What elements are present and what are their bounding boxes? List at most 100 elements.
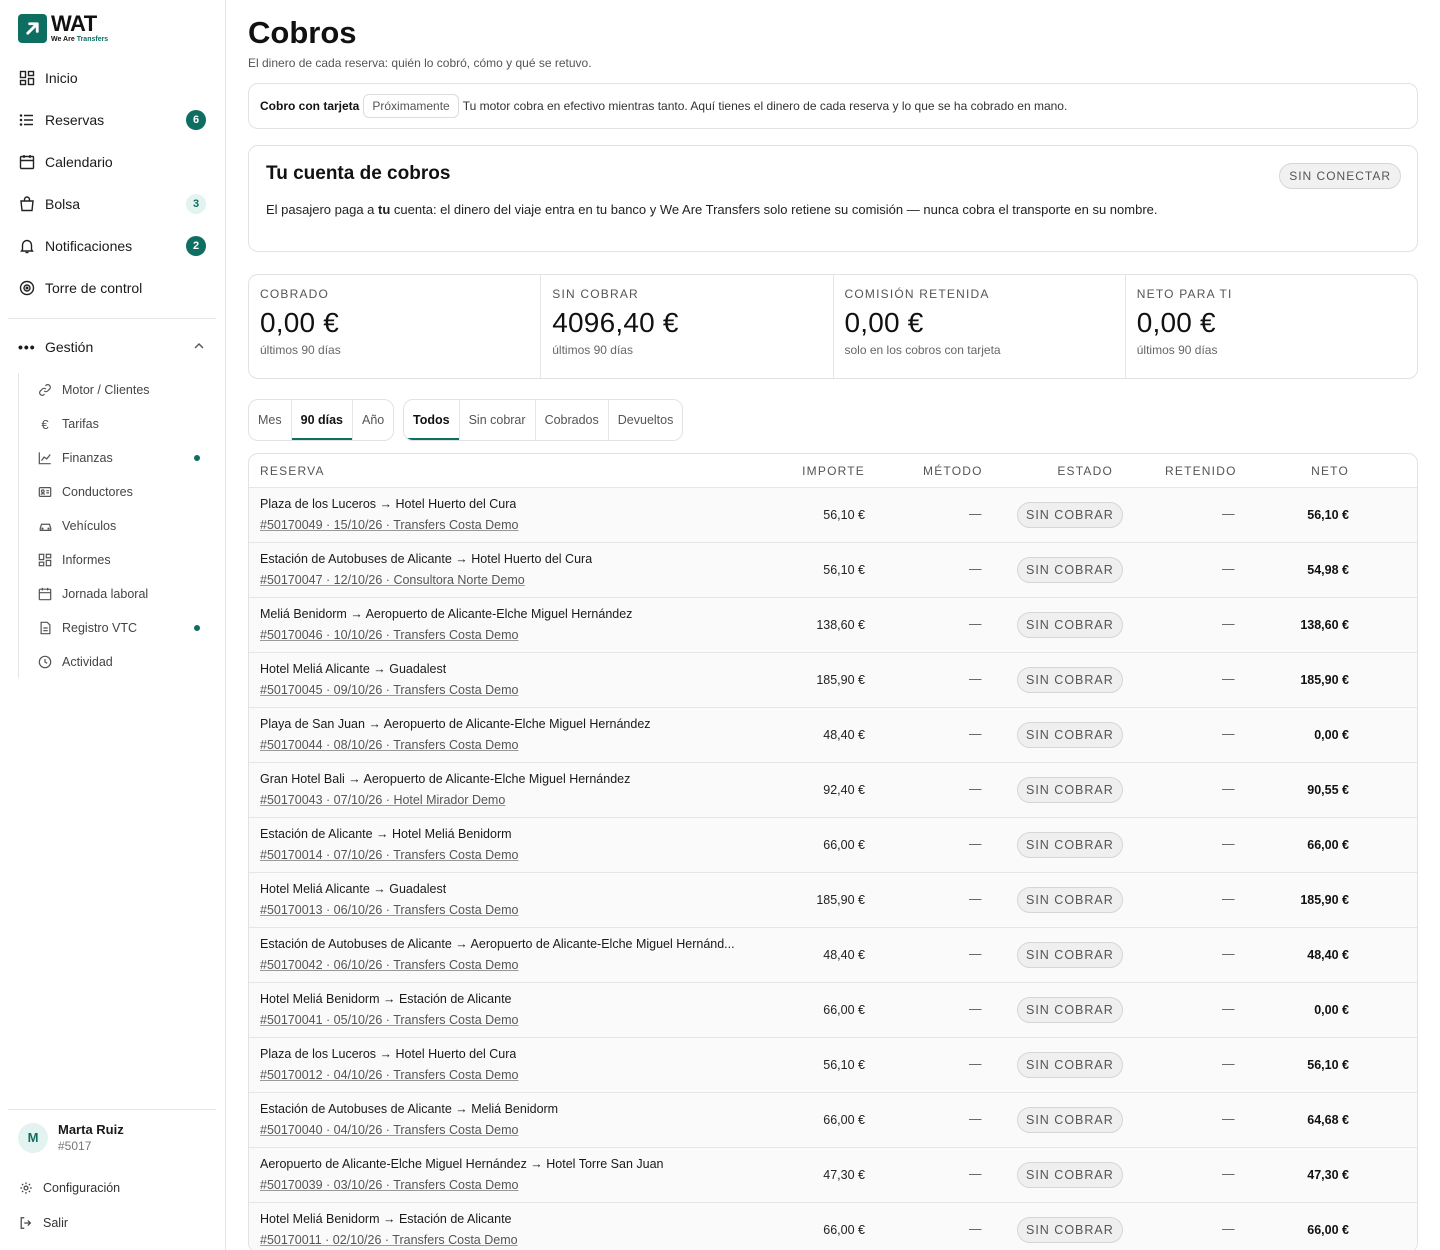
row-status-badge: SIN COBRAR	[1017, 1217, 1123, 1243]
stat-neto-para-ti: NETO PARA TI 0,00 € últimos 90 días	[1126, 275, 1417, 378]
status-tab-cobrados[interactable]: Cobrados	[536, 400, 609, 440]
brand-logo[interactable]: WAT We Are Transfers	[18, 13, 108, 43]
row-neto: 90,55 €	[1307, 783, 1349, 797]
table-row[interactable]: Hotel Meliá Alicante → Guadalest #5017001…	[249, 873, 1417, 928]
table-row[interactable]: Meliá Benidorm → Aeropuerto de Alicante-…	[249, 598, 1417, 653]
sub-label: Actividad	[62, 655, 113, 669]
sidebar-item-actividad[interactable]: Actividad	[19, 645, 214, 679]
nav-item-notificaciones[interactable]: Notificaciones 2	[8, 225, 216, 267]
stat-cobrado: COBRADO 0,00 € últimos 90 días	[249, 275, 542, 378]
nav-item-torre-de-control[interactable]: Torre de control	[8, 267, 216, 309]
user-profile[interactable]: M Marta Ruiz #5017	[18, 1122, 124, 1153]
row-metodo: —	[969, 947, 982, 961]
avatar: M	[18, 1122, 48, 1153]
sidebar-item-informes[interactable]: Informes	[19, 543, 214, 577]
table-row[interactable]: Plaza de los Luceros → Hotel Huerto del …	[249, 1038, 1417, 1093]
row-reference-link[interactable]: #50170047 · 12/10/26 · Consultora Norte …	[260, 573, 525, 587]
row-route: Gran Hotel Bali → Aeropuerto de Alicante…	[260, 772, 631, 786]
nav-item-reservas[interactable]: Reservas 6	[8, 99, 216, 141]
sub-label: Motor / Clientes	[62, 383, 150, 397]
row-status-badge: SIN COBRAR	[1017, 832, 1123, 858]
row-status-badge: SIN COBRAR	[1017, 1052, 1123, 1078]
period-tab-ano[interactable]: Año	[353, 400, 393, 440]
row-reference-link[interactable]: #50170040 · 04/10/26 · Transfers Costa D…	[260, 1123, 518, 1137]
settings-link[interactable]: Configuración	[18, 1180, 120, 1196]
row-retenido: —	[1222, 1002, 1235, 1016]
row-reference-link[interactable]: #50170042 · 06/10/26 · Transfers Costa D…	[260, 958, 518, 972]
status-tab-todos[interactable]: Todos	[404, 400, 460, 440]
period-tab-90-dias[interactable]: 90 días	[291, 400, 354, 440]
sub-label: Finanzas	[62, 451, 113, 465]
document-icon	[37, 620, 53, 636]
table-row[interactable]: Plaza de los Luceros → Hotel Huerto del …	[249, 488, 1417, 543]
sidebar-item-jornada-laboral[interactable]: Jornada laboral	[19, 577, 214, 611]
row-metodo: —	[969, 1112, 982, 1126]
row-metodo: —	[969, 562, 982, 576]
table-row[interactable]: Hotel Meliá Benidorm → Estación de Alica…	[249, 983, 1417, 1038]
table-row[interactable]: Aeropuerto de Alicante-Elche Miguel Hern…	[249, 1148, 1417, 1203]
car-icon	[37, 518, 53, 534]
col-metodo: MÉTODO	[923, 463, 983, 478]
sidebar-item-tarifas[interactable]: € Tarifas	[19, 407, 214, 441]
stat-value: 0,00 €	[260, 307, 340, 338]
calendar-icon	[18, 153, 36, 171]
table-row[interactable]: Gran Hotel Bali → Aeropuerto de Alicante…	[249, 763, 1417, 818]
sub-label: Jornada laboral	[62, 587, 149, 601]
row-reference-link[interactable]: #50170041 · 05/10/26 · Transfers Costa D…	[260, 1013, 518, 1027]
row-route: Playa de San Juan → Aeropuerto de Alican…	[260, 717, 651, 731]
sidebar-item-motor-clientes[interactable]: Motor / Clientes	[19, 373, 214, 407]
table-row[interactable]: Estación de Autobuses de Alicante → Meli…	[249, 1093, 1417, 1148]
row-status-badge: SIN COBRAR	[1017, 502, 1123, 528]
list-icon	[18, 111, 36, 129]
row-reference-link[interactable]: #50170014 · 07/10/26 · Transfers Costa D…	[260, 848, 518, 862]
stat-sin-cobrar: SIN COBRAR 4096,40 € últimos 90 días	[541, 275, 834, 378]
table-row[interactable]: Estación de Alicante → Hotel Meliá Benid…	[249, 818, 1417, 873]
logout-link[interactable]: Salir	[18, 1215, 68, 1231]
table-row[interactable]: Estación de Autobuses de Alicante → Hote…	[249, 543, 1417, 598]
row-reference-link[interactable]: #50170049 · 15/10/26 · Transfers Costa D…	[260, 518, 518, 532]
row-status-badge: SIN COBRAR	[1017, 722, 1123, 748]
status-tab-devueltos[interactable]: Devueltos	[609, 400, 683, 440]
gestion-group-toggle[interactable]: ••• Gestión	[8, 330, 216, 364]
status-tab-sin-cobrar[interactable]: Sin cobrar	[460, 400, 536, 440]
row-retenido: —	[1222, 1112, 1235, 1126]
target-icon	[18, 279, 36, 297]
period-tab-mes[interactable]: Mes	[249, 400, 292, 440]
table-row[interactable]: Playa de San Juan → Aeropuerto de Alican…	[249, 708, 1417, 763]
sidebar-item-finanzas[interactable]: Finanzas	[19, 441, 214, 475]
table-row[interactable]: Estación de Autobuses de Alicante → Aero…	[249, 928, 1417, 983]
row-reference-link[interactable]: #50170013 · 06/10/26 · Transfers Costa D…	[260, 903, 518, 917]
row-reference-link[interactable]: #50170043 · 07/10/26 · Hotel Mirador Dem…	[260, 793, 505, 807]
table-row[interactable]: Hotel Meliá Alicante → Guadalest #5017004…	[249, 653, 1417, 708]
row-importe: 66,00 €	[823, 838, 865, 852]
row-reference-link[interactable]: #50170044 · 08/10/26 · Transfers Costa D…	[260, 738, 518, 752]
coming-soon-chip: Próximamente	[363, 94, 459, 118]
row-importe: 56,10 €	[823, 563, 865, 577]
row-metodo: —	[969, 617, 982, 631]
col-importe: IMPORTE	[802, 463, 865, 478]
row-reference-link[interactable]: #50170012 · 04/10/26 · Transfers Costa D…	[260, 1068, 518, 1082]
sidebar-item-vehiculos[interactable]: Vehículos	[19, 509, 214, 543]
brand-tagline: We Are Transfers	[51, 36, 109, 43]
account-description: El pasajero paga a tu cuenta: el dinero …	[266, 202, 1158, 217]
nav-item-bolsa[interactable]: Bolsa 3	[8, 183, 216, 225]
row-route: Estación de Autobuses de Alicante → Aero…	[260, 937, 735, 951]
sidebar-item-registro-vtc[interactable]: Registro VTC	[19, 611, 214, 645]
page-subtitle: El dinero de cada reserva: quién lo cobr…	[248, 56, 592, 70]
row-reference-link[interactable]: #50170011 · 02/10/26 · Transfers Costa D…	[260, 1233, 518, 1247]
row-retenido: —	[1222, 617, 1235, 631]
row-route: Estación de Autobuses de Alicante → Meli…	[260, 1102, 559, 1116]
nav-label: Notificaciones	[45, 238, 133, 254]
nav-label: Inicio	[45, 70, 78, 86]
nav-item-calendario[interactable]: Calendario	[8, 141, 216, 183]
sidebar-item-conductores[interactable]: Conductores	[19, 475, 214, 509]
row-retenido: —	[1222, 562, 1235, 576]
table-row[interactable]: Hotel Meliá Benidorm → Estación de Alica…	[249, 1203, 1417, 1250]
stat-note: últimos 90 días	[260, 343, 341, 357]
row-reference-link[interactable]: #50170046 · 10/10/26 · Transfers Costa D…	[260, 628, 518, 642]
row-reference-link[interactable]: #50170039 · 03/10/26 · Transfers Costa D…	[260, 1178, 518, 1192]
row-reference-link[interactable]: #50170045 · 09/10/26 · Transfers Costa D…	[260, 683, 518, 697]
stat-note: últimos 90 días	[1136, 343, 1218, 357]
nav-item-inicio[interactable]: Inicio	[8, 57, 216, 99]
row-status-badge: SIN COBRAR	[1017, 612, 1123, 638]
